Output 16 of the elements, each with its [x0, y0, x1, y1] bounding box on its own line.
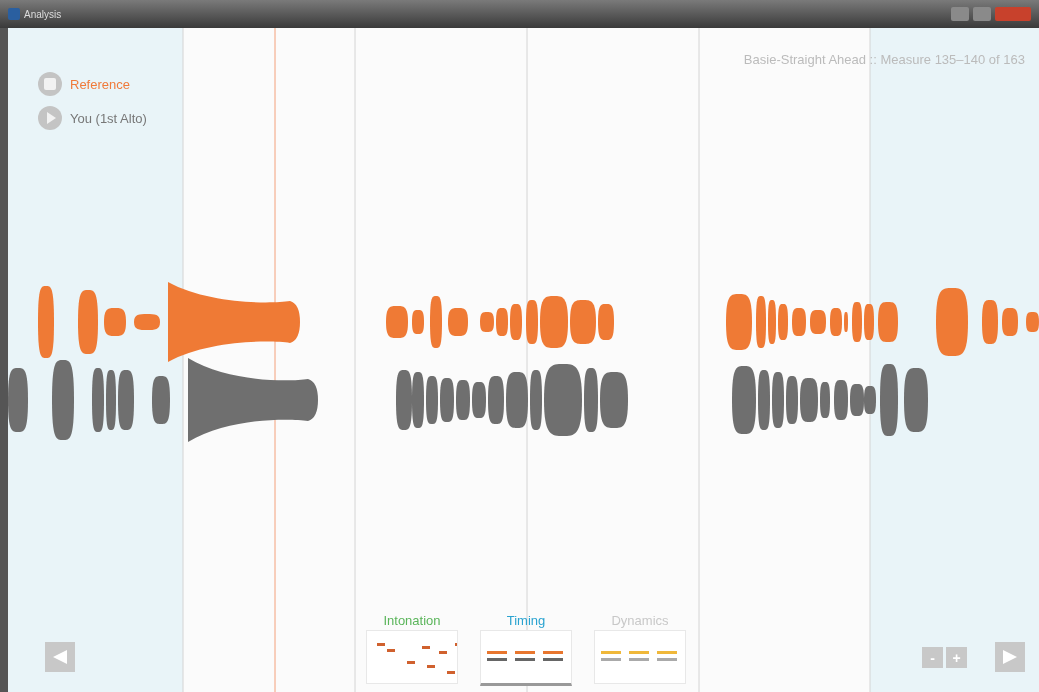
- next-button[interactable]: [995, 642, 1025, 672]
- zoom-button[interactable]: +: [946, 647, 967, 668]
- play-icon: [38, 106, 62, 130]
- piece-info: Basie-Straight Ahead :: Measure 135–140 of 163: [743, 52, 1025, 67]
- track-toggle[interactable]: You (1st Alto): [38, 106, 147, 130]
- stop-icon: [38, 72, 62, 96]
- right-triangle-icon: [1001, 648, 1019, 666]
- app-icon: [8, 8, 20, 20]
- maximize-button[interactable]: [973, 7, 991, 21]
- minimize-button[interactable]: [951, 7, 969, 21]
- zoom-button[interactable]: -: [922, 647, 943, 668]
- window-title: Analysis: [24, 8, 63, 20]
- track-toggle[interactable]: Reference: [38, 72, 147, 96]
- close-button[interactable]: [995, 7, 1031, 21]
- previous-button[interactable]: [45, 642, 75, 672]
- left-triangle-icon: [51, 648, 69, 666]
